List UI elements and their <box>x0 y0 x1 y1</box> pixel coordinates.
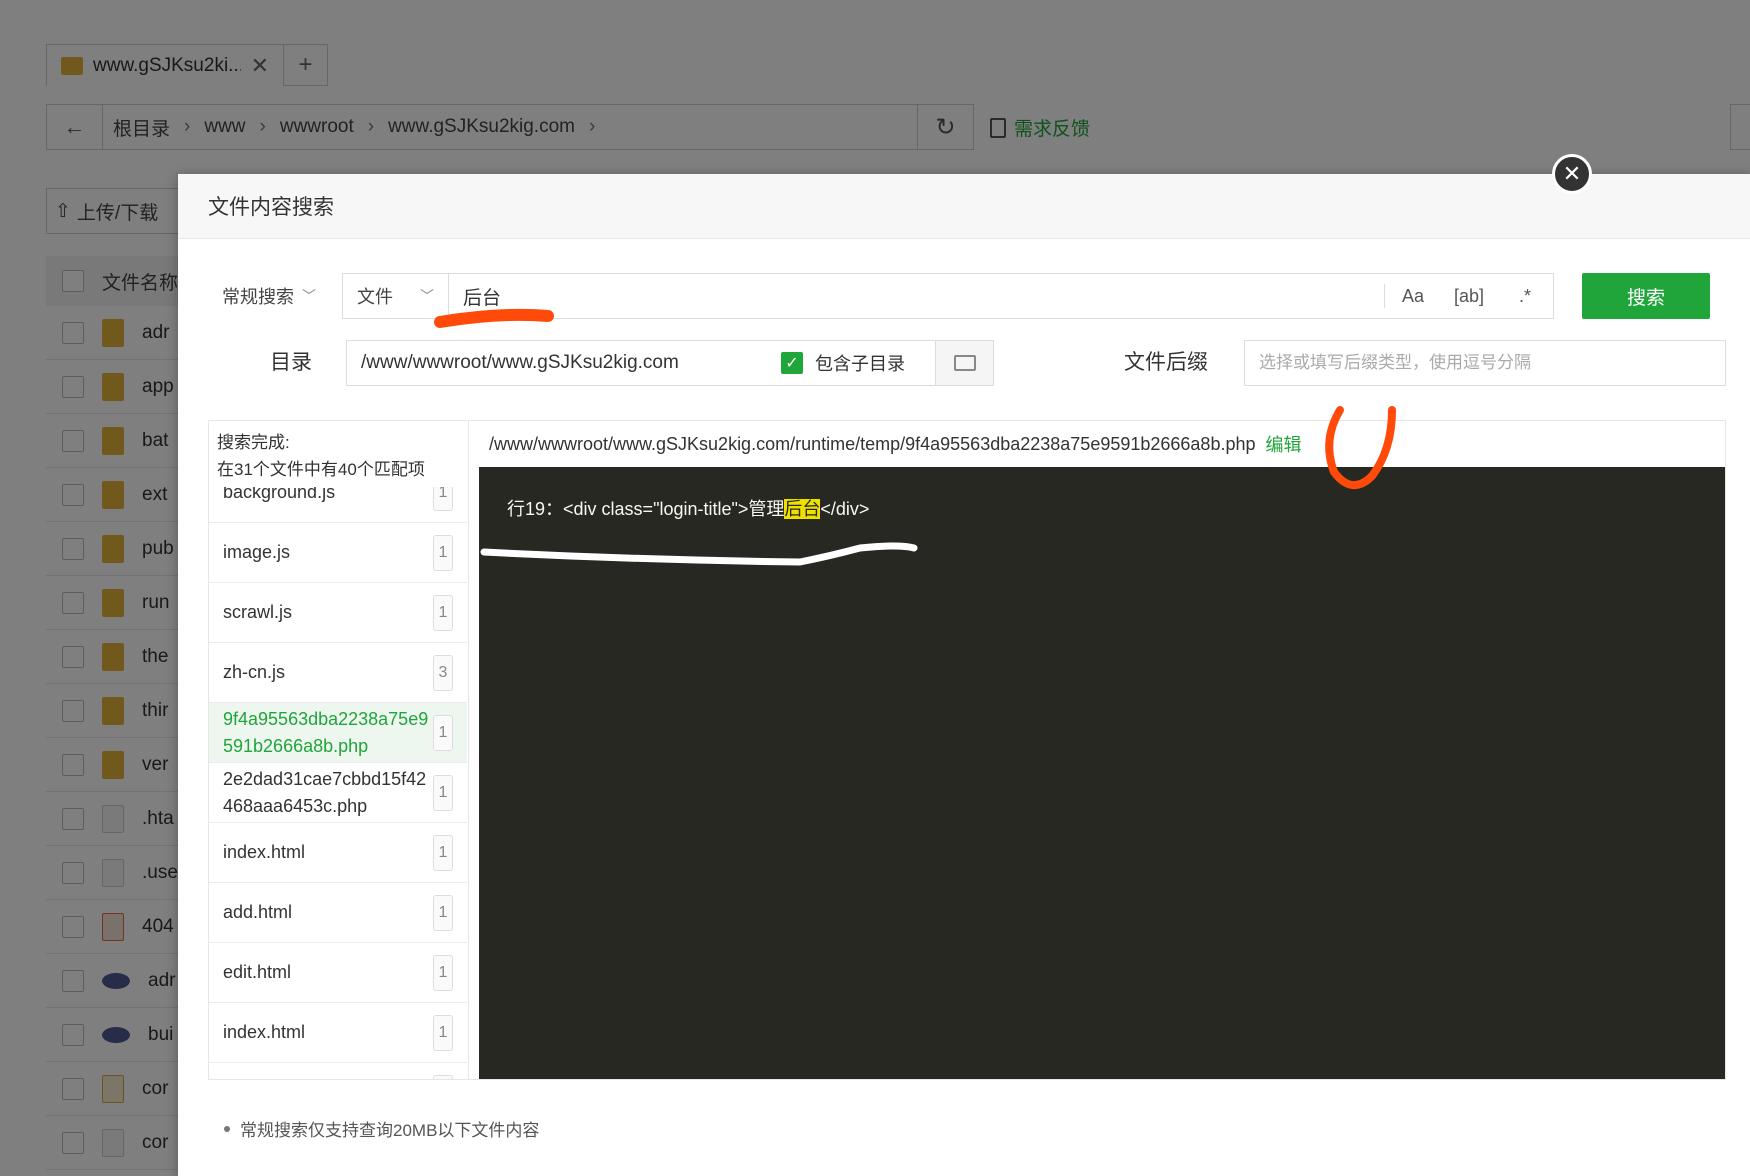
result-item[interactable]: adn_timestamp_antileec1 <box>209 1063 467 1079</box>
search-summary: 搜索完成: 在31个文件中有40个匹配项 <box>209 421 467 487</box>
result-item[interactable]: 2e2dad31cae7cbbd15f42468aaa6453c.php 1 <box>209 763 467 823</box>
match-count-badge: 1 <box>433 714 453 751</box>
result-file-name: 2e2dad31cae7cbbd15f42468aaa6453c.php <box>223 768 427 816</box>
match-count-badge: 3 <box>433 654 453 691</box>
match-count-badge: 1 <box>433 1014 453 1051</box>
file-suffix-label: 文件后缀 <box>1124 351 1208 374</box>
result-item[interactable]: 9f4a95563dba2238a75e9591b2666a8b.php 1 <box>209 703 467 763</box>
directory-field: ✓ 包含子目录 <box>346 340 994 386</box>
result-item[interactable]: index.html 1 <box>209 1003 467 1063</box>
search-type-value: 文件 <box>357 287 393 307</box>
result-file-name: add.html <box>223 902 293 922</box>
search-mode-value: 常规搜索 <box>222 287 294 307</box>
result-file-name: scrawl.js <box>223 602 293 622</box>
chevron-down-icon: ﹀ <box>420 288 434 304</box>
search-results: background.js 1 image.js 1 scrawl.js 1 zh-cn.j… <box>208 420 1726 1080</box>
summary-status: 搜索完成: <box>217 433 290 452</box>
match-count-badge: 1 <box>433 594 453 631</box>
search-note: 常规搜索仅支持查询20MB以下文件内容 <box>224 1116 539 1141</box>
match-count-badge: 1 <box>433 534 453 571</box>
result-item[interactable]: add.html 1 <box>209 883 467 943</box>
match-count-badge: 1 <box>433 834 453 871</box>
result-file-name: index.html <box>223 1022 306 1042</box>
result-item[interactable]: zh-cn.js 3 <box>209 643 467 703</box>
keyword-input[interactable] <box>449 274 1384 318</box>
result-item[interactable]: edit.html 1 <box>209 943 467 1003</box>
result-file-name: 9f4a95563dba2238a75e9591b2666a8b.php <box>223 708 429 756</box>
match-count-badge: 1 <box>433 774 453 811</box>
edit-link[interactable]: 编辑 <box>1266 431 1302 457</box>
watermark: CSDN @晓衣 <box>1544 1136 1750 1176</box>
file-content-search-dialog: 文件内容搜索 常规搜索 ﹀ 文件 ﹀ Aa [ab] .* 搜索 目录 ✓ 包含… <box>178 174 1750 1176</box>
include-subdirs-label[interactable]: 包含子目录 <box>815 350 905 376</box>
match-case-toggle[interactable]: Aa <box>1385 286 1441 307</box>
chevron-down-icon: ﹀ <box>302 288 316 304</box>
result-file-list[interactable]: background.js 1 image.js 1 scrawl.js 1 zh-cn.j… <box>209 421 469 1079</box>
directory-input[interactable] <box>347 341 781 385</box>
file-suffix-input[interactable] <box>1245 341 1725 385</box>
search-button[interactable]: 搜索 <box>1582 273 1710 319</box>
result-item[interactable]: scrawl.js 1 <box>209 583 467 643</box>
file-path-text: /www/wwwroot/www.gSJKsu2kig.com/runtime/… <box>489 433 1256 454</box>
dialog-title: 文件内容搜索 <box>178 174 1750 239</box>
result-file-name: edit.html <box>223 962 292 982</box>
code-match-line[interactable]: 行19：<div class="login-title">管理后台</div> <box>507 495 869 521</box>
search-box: 文件 ﹀ Aa [ab] .* <box>342 273 1554 319</box>
result-file-path: /www/wwwroot/www.gSJKsu2kig.com/runtime/… <box>479 421 1725 467</box>
regex-toggle[interactable]: .* <box>1497 286 1553 307</box>
result-detail: /www/wwwroot/www.gSJKsu2kig.com/runtime/… <box>479 421 1725 1079</box>
directory-label: 目录 <box>270 351 312 374</box>
match-count-badge: 1 <box>433 894 453 931</box>
match-highlight: 后台 <box>784 499 821 519</box>
result-list: background.js 1 image.js 1 scrawl.js 1 zh-cn.j… <box>209 463 467 1079</box>
code-suffix: </div> <box>820 499 870 519</box>
close-dialog-button[interactable]: ✕ <box>1552 154 1592 194</box>
search-mode-select[interactable]: 常规搜索 ﹀ <box>208 273 328 319</box>
result-file-name: index.html <box>223 842 306 862</box>
search-type-select[interactable]: 文件 ﹀ <box>343 274 449 318</box>
file-suffix-field <box>1244 340 1726 386</box>
whole-word-toggle[interactable]: [ab] <box>1441 286 1497 307</box>
result-item[interactable]: index.html 1 <box>209 823 467 883</box>
code-prefix: 行19：<div class="login-title">管理 <box>507 499 785 519</box>
match-count-badge: 1 <box>433 1074 453 1079</box>
result-file-name: image.js <box>223 542 291 562</box>
note-text: 常规搜索仅支持查询20MB以下文件内容 <box>240 1121 540 1140</box>
choose-folder-button[interactable] <box>935 341 993 385</box>
summary-count: 在31个文件中有40个匹配项 <box>217 460 425 479</box>
code-preview: 行19：<div class="login-title">管理后台</div> <box>479 467 1725 1079</box>
match-count-badge: 1 <box>433 954 453 991</box>
search-mode-row: 常规搜索 ﹀ <box>208 273 328 319</box>
folder-icon <box>953 355 976 371</box>
result-item[interactable]: image.js 1 <box>209 523 467 583</box>
include-subdirs-checkbox[interactable]: ✓ <box>781 352 803 374</box>
result-file-name: zh-cn.js <box>223 662 286 682</box>
bullet-icon <box>224 1125 230 1132</box>
